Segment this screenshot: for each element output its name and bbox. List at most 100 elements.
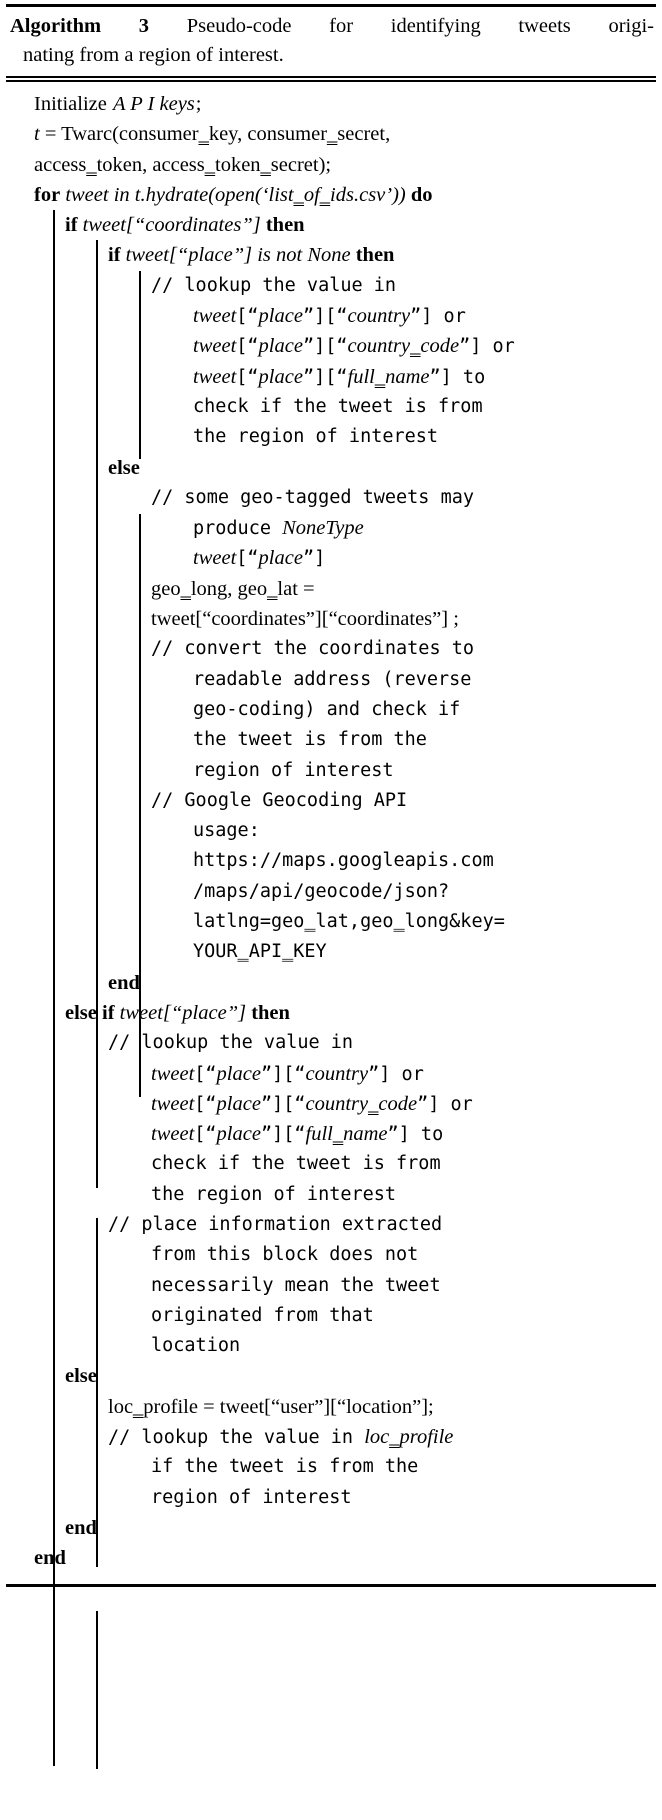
code-line-cont: tweet[“coordinates”][“coordinates”] ; xyxy=(6,604,656,634)
code-line-comment: // lookup the value in xyxy=(6,1028,656,1058)
code-text: if the tweet is from the xyxy=(151,1456,419,1478)
code-line: Initialize A P I keys; xyxy=(6,89,656,119)
algorithm-body: Initialize A P I keys; t = Twarc(consume… xyxy=(6,82,656,1769)
code-line-comment-cont: geo-coding) and check if xyxy=(6,695,656,725)
code-line-comment-cont: tweet[“place”][“full‗name”] to xyxy=(6,1119,656,1149)
code-line-if: if tweet[“coordinates”] then xyxy=(6,210,656,240)
code-text: location xyxy=(151,1335,241,1357)
code-text: tweet[“place”][“country‗code”] or xyxy=(193,335,515,358)
code-line-comment-cont: check if the tweet is from xyxy=(6,1149,656,1179)
code-text: tweet[“place”][“country”] or xyxy=(193,305,466,328)
code-line-comment-cont: YOUR‗API‗KEY xyxy=(6,937,656,967)
code-text: Initialize A P I keys; xyxy=(34,93,202,115)
code-text: the tweet is from the xyxy=(193,729,427,751)
code-line-comment-cont: readable address (reverse xyxy=(6,665,656,695)
code-line-comment-cont: the region of interest xyxy=(6,422,656,452)
code-text: from this block does not xyxy=(151,1244,419,1266)
code-line-end: end xyxy=(6,1513,656,1543)
code-line-comment-cont: if the tweet is from the xyxy=(6,1452,656,1482)
code-text: end xyxy=(108,971,140,994)
code-text: tweet[“place”] xyxy=(193,547,326,570)
code-line-if: if tweet[“place”] is not None then xyxy=(6,240,656,270)
code-text: else xyxy=(65,1365,97,1388)
code-text: /maps/api/geocode/json? xyxy=(193,880,450,902)
algorithm-label: Algorithm 3 xyxy=(10,15,150,37)
algorithm-caption: Algorithm 3 Pseudo-code for identifying … xyxy=(6,7,656,76)
code-line-else: else xyxy=(6,1361,656,1391)
code-line-comment: // lookup the value in xyxy=(6,271,656,301)
code-line-for: for tweet in t.hydrate(open(‘list‗of‗ids… xyxy=(6,180,656,210)
caption-line-2: nating from a region of interest. xyxy=(23,44,284,66)
code-text: // some geo-tagged tweets may xyxy=(151,486,475,508)
code-text: check if the tweet is from xyxy=(151,1153,441,1175)
code-text: readable address (reverse xyxy=(193,668,472,690)
code-text: if tweet[“place”] is not None then xyxy=(108,244,395,267)
code-line-comment-cont: check if the tweet is from xyxy=(6,392,656,422)
caption-text: Pseudo-code for identifying tweets origi… xyxy=(186,15,655,37)
code-line-comment: // lookup the value in loc‗profile xyxy=(6,1422,656,1452)
code-line-end: end xyxy=(6,968,656,998)
code-line-comment-cont: /maps/api/geocode/json? xyxy=(6,877,656,907)
code-text: geo‗long, geo‗lat = xyxy=(151,577,315,600)
code-line-comment-cont: originated from that xyxy=(6,1301,656,1331)
code-text: YOUR‗API‗KEY xyxy=(193,941,327,963)
code-text: produce NoneType xyxy=(193,517,364,540)
code-text: t = Twarc(consumer‗key, consumer‗secret, xyxy=(34,123,391,146)
code-line-comment-cont: usage: xyxy=(6,816,656,846)
code-line-comment-cont: latlng=geo‗lat,geo‗long&key= xyxy=(6,907,656,937)
code-text: latlng=geo‗lat,geo‗long&key= xyxy=(193,911,505,933)
code-line-comment-cont: https://maps.googleapis.com xyxy=(6,846,656,876)
indent-guide-level-2c xyxy=(96,1611,98,1769)
code-line-comment-cont: tweet[“place”][“country‗code”] or xyxy=(6,331,656,361)
code-line: loc‗profile = tweet[“user”][“location”]; xyxy=(6,1392,656,1422)
code-text: the region of interest xyxy=(193,426,439,448)
code-text: // Google Geocoding API xyxy=(151,789,408,811)
code-line: access‗token, access‗token‗secret); xyxy=(6,150,656,180)
code-line-comment-cont: region of interest xyxy=(6,1483,656,1513)
code-line-comment-cont: tweet[“place”][“full‗name”] to xyxy=(6,362,656,392)
code-text: tweet[“place”][“country‗code”] or xyxy=(151,1092,473,1115)
caption-line-1: Algorithm 3 Pseudo-code for identifying … xyxy=(10,12,654,41)
code-line-comment-cont: location xyxy=(6,1331,656,1361)
code-text: region of interest xyxy=(151,1486,352,1508)
code-line-comment-cont: from this block does not xyxy=(6,1240,656,1270)
code-text: originated from that xyxy=(151,1304,374,1326)
code-text: else if tweet[“place”] then xyxy=(65,1001,290,1024)
code-text: // lookup the value in xyxy=(108,1032,354,1054)
bottom-rule xyxy=(6,1583,656,1587)
code-line-comment-cont: region of interest xyxy=(6,756,656,786)
code-line-comment-cont: the region of interest xyxy=(6,1180,656,1210)
code-text: for tweet in t.hydrate(open(‘list‗of‗ids… xyxy=(34,183,433,206)
code-text: tweet[“place”][“full‗name”] to xyxy=(151,1123,444,1146)
code-text: region of interest xyxy=(193,759,394,781)
code-line-comment: // convert the coordinates to xyxy=(6,634,656,664)
code-text: // convert the coordinates to xyxy=(151,638,475,660)
code-text: the region of interest xyxy=(151,1183,397,1205)
code-text: access‗token, access‗token‗secret); xyxy=(34,153,332,176)
code-line-comment-cont: tweet[“place”][“country‗code”] or xyxy=(6,1089,656,1119)
code-text: end xyxy=(34,1547,66,1570)
code-line-comment-cont: tweet[“place”][“country”] or xyxy=(6,301,656,331)
code-line-comment: // place information extracted xyxy=(6,1210,656,1240)
code-line-comment-cont: tweet[“place”][“country”] or xyxy=(6,1059,656,1089)
code-line-comment-cont: tweet[“place”] xyxy=(6,543,656,573)
code-text: end xyxy=(65,1516,97,1539)
code-line-elseif: else if tweet[“place”] then xyxy=(6,998,656,1028)
code-line-else: else xyxy=(6,453,656,483)
code-text: tweet[“place”][“full‗name”] to xyxy=(193,365,486,388)
code-text: if tweet[“coordinates”] then xyxy=(65,214,305,237)
code-line-end: end xyxy=(6,1543,656,1573)
code-text: loc‗profile = tweet[“user”][“location”]; xyxy=(108,1395,434,1418)
code-line-comment-cont: produce NoneType xyxy=(6,513,656,543)
code-text: tweet[“coordinates”][“coordinates”] ; xyxy=(151,608,459,631)
code-text: // lookup the value in xyxy=(151,274,397,296)
code-line-comment-cont: necessarily mean the tweet xyxy=(6,1271,656,1301)
code-text: else xyxy=(108,456,140,479)
code-text: necessarily mean the tweet xyxy=(151,1274,441,1296)
code-text: geo-coding) and check if xyxy=(193,698,461,720)
code-text: tweet[“place”][“country”] or xyxy=(151,1062,424,1085)
code-line-comment: // Google Geocoding API xyxy=(6,786,656,816)
code-text: usage: xyxy=(193,820,260,842)
code-line: t = Twarc(consumer‗key, consumer‗secret, xyxy=(6,119,656,149)
algorithm-block: Algorithm 3 Pseudo-code for identifying … xyxy=(0,4,662,1769)
